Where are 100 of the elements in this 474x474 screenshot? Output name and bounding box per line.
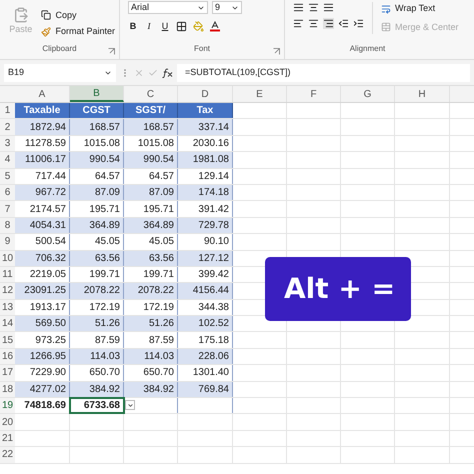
dropdown-button[interactable] (125, 400, 135, 410)
font-color-icon[interactable] (210, 21, 220, 32)
cell-value: 11006.17 (25, 153, 66, 168)
cell-value: 1266.95 (30, 350, 66, 364)
fill-color-icon[interactable] (193, 21, 204, 32)
cell-value: 114.03 (144, 350, 174, 364)
align-middle-icon[interactable] (308, 2, 319, 13)
cell-value: 384.92 (143, 382, 174, 397)
clipboard-icon (12, 6, 29, 23)
cell-value: 11278.59 (25, 136, 66, 151)
dialog-launcher-icon[interactable] (273, 48, 280, 55)
row-header[interactable]: 13 (0, 300, 15, 316)
cell-value: 569.50 (35, 317, 66, 332)
row-header[interactable]: 16 (0, 348, 15, 364)
cell-value: 1981.08 (192, 153, 229, 168)
cell-value: 74818.69 (24, 399, 66, 414)
row-header[interactable]: 17 (0, 365, 15, 381)
cell-value: 172.19 (143, 300, 174, 315)
cell-value: 717.44 (35, 170, 66, 184)
font-size-field[interactable]: 9 (212, 1, 242, 14)
cell-value: 23091.25 (24, 284, 66, 298)
font-style-button[interactable]: B (128, 20, 138, 34)
column-header[interactable]: D (178, 86, 233, 102)
cell-value: 2030.16 (192, 136, 229, 151)
font-name-field[interactable]: Arial (128, 1, 208, 14)
row-header[interactable]: 18 (0, 382, 15, 398)
cell-value: 364.89 (143, 218, 174, 233)
cell-value: 90.10 (204, 235, 229, 250)
name-box[interactable]: B19 (4, 64, 116, 82)
format-painter-button[interactable]: Format Painter (41, 25, 115, 38)
formula-field[interactable]: =SUBTOTAL(109,[CGST]) (177, 64, 470, 82)
row-header[interactable]: 1 (0, 103, 15, 118)
paintbrush-icon (41, 26, 52, 37)
copy-button[interactable]: Copy (41, 8, 115, 22)
cell-value: 364.89 (89, 218, 120, 233)
cell-value: 87.09 (148, 186, 174, 200)
column-header[interactable]: B (70, 86, 124, 102)
function-icon[interactable] (162, 68, 173, 78)
cell-value: 87.09 (94, 186, 120, 200)
cell-value: 2219.05 (30, 268, 66, 282)
column-header[interactable]: C (124, 86, 178, 102)
cell-value: 51.26 (94, 317, 120, 332)
column-header[interactable]: E (233, 86, 287, 102)
cell-value: 195.71 (89, 202, 120, 217)
column-header[interactable]: F (287, 86, 341, 102)
indent-decrease-icon[interactable] (338, 18, 349, 29)
font-style-button[interactable]: I (144, 20, 154, 34)
shortcut-banner: Alt + = (265, 257, 411, 321)
cell-value: 127.12 (198, 252, 229, 266)
cell-value: 990.54 (143, 153, 174, 168)
cell-value: 2078.22 (84, 284, 120, 298)
row-header[interactable]: 22 (0, 447, 15, 463)
cell-value: 199.71 (143, 268, 174, 282)
group-label: Font (194, 43, 210, 55)
row-header[interactable]: 9 (0, 234, 15, 250)
row-header[interactable]: 4 (0, 152, 15, 168)
wrap-text-icon (381, 4, 391, 14)
cell-value: 87.59 (94, 334, 120, 348)
row-header[interactable]: 19 (0, 398, 15, 414)
row-header[interactable]: 10 (0, 250, 15, 266)
align-top-icon[interactable] (293, 2, 304, 13)
column-header[interactable]: H (395, 86, 450, 102)
align-bottom-icon[interactable] (323, 2, 334, 13)
row-header[interactable]: 3 (0, 136, 15, 152)
cell-value: 63.56 (94, 252, 120, 266)
cell-value: 168.57 (89, 120, 120, 135)
cell-value: 114.03 (90, 350, 120, 364)
cell-value: 51.26 (148, 317, 174, 332)
borders-icon[interactable] (176, 21, 187, 32)
row-header[interactable]: 15 (0, 332, 15, 348)
row-header[interactable]: 6 (0, 184, 15, 200)
cell-value: 45.05 (148, 235, 174, 250)
wrap-text-button[interactable]: Wrap Text (381, 2, 459, 16)
column-header[interactable]: G (341, 86, 395, 102)
cell-value: 337.14 (198, 120, 229, 135)
cell-value: 344.38 (198, 300, 229, 315)
row-header[interactable]: 12 (0, 283, 15, 299)
row-header[interactable]: 2 (0, 119, 15, 135)
row-header[interactable]: 7 (0, 201, 15, 217)
row-header[interactable]: 8 (0, 218, 15, 234)
row-header[interactable]: 21 (0, 430, 15, 446)
font-style-button[interactable]: U (160, 20, 170, 34)
indent-increase-icon[interactable] (353, 18, 364, 29)
dialog-launcher-icon[interactable] (108, 48, 115, 55)
cell-value: 650.70 (89, 366, 120, 380)
cell-value: Tax (196, 104, 214, 118)
row-header[interactable]: 14 (0, 316, 15, 332)
row-header[interactable]: 5 (0, 168, 15, 184)
cell-value: 102.52 (198, 317, 229, 332)
cell-value: 729.78 (198, 218, 229, 233)
cell-value: 45.05 (94, 235, 120, 250)
align-left-icon[interactable] (293, 18, 304, 29)
cell-value: 500.54 (35, 235, 66, 250)
align-center-icon[interactable] (308, 18, 319, 29)
row-header[interactable]: 20 (0, 414, 15, 430)
cell-value: 1015.08 (138, 136, 174, 151)
align-right-icon[interactable] (323, 18, 334, 29)
cell-value: 175.18 (198, 334, 229, 348)
row-header[interactable]: 11 (0, 266, 15, 282)
cell-value: 769.84 (198, 382, 229, 397)
